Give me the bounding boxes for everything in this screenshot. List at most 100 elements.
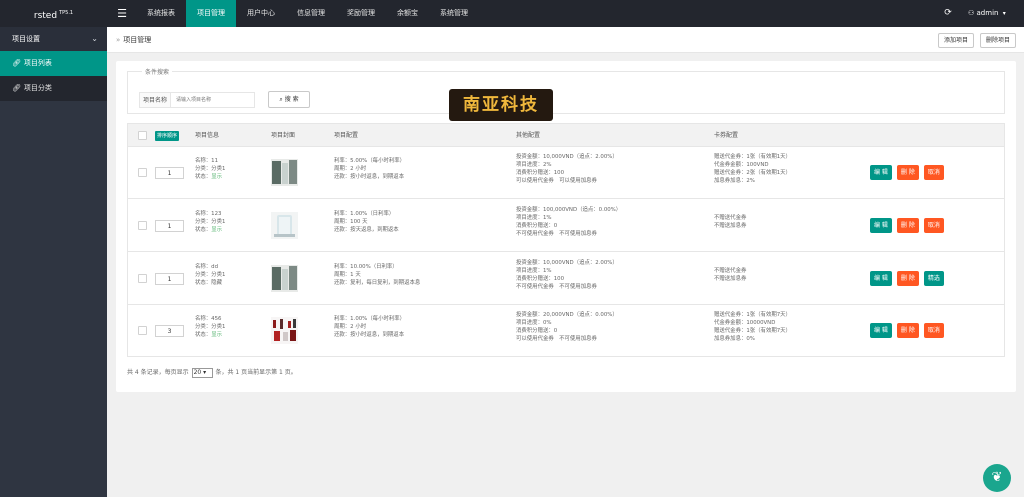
info-name: 名称：456 bbox=[195, 316, 222, 322]
config-repay: 还款：复利，每日复利，到期返本息 bbox=[334, 280, 421, 286]
search-legend: 条件搜索 bbox=[142, 67, 173, 76]
delete-button[interactable]: 删 除 bbox=[896, 323, 919, 338]
row-config: 利率：5.00%（每小时利率） 周期：2 小时 还款：按小时返息，到期返本 bbox=[334, 157, 405, 181]
config-rate: 利率：1.00%（日利率） bbox=[334, 211, 395, 217]
delete-button[interactable]: 删 除 bbox=[896, 271, 919, 286]
user-icon: ⚇ bbox=[968, 9, 975, 17]
other-coupon-use: 不可使用代金券 不可使用加息券 bbox=[516, 231, 597, 237]
sort-input[interactable] bbox=[155, 273, 184, 285]
leaf-icon[interactable]: ❦ bbox=[983, 464, 1011, 492]
user-menu[interactable]: ⚇ admin ▾ bbox=[968, 0, 1024, 27]
sidebar-item-label: 项目分类 bbox=[23, 84, 52, 92]
sort-input[interactable] bbox=[155, 220, 184, 232]
row-actions: 编 辑 删 除 取消 bbox=[870, 165, 944, 180]
hamburger-icon[interactable]: ☰ bbox=[112, 0, 132, 27]
row-coupon: 不赠送代金券 不赠送加息券 bbox=[714, 267, 746, 283]
sort-order-button[interactable]: 排序顺序 bbox=[155, 131, 180, 141]
edit-button[interactable]: 编 辑 bbox=[870, 323, 892, 338]
row-info: 名称：123 分类：分类1 状态：显示 bbox=[195, 210, 225, 234]
watermark-text: 南亚科技 bbox=[463, 95, 539, 115]
other-points: 消费积分赠送：0 bbox=[516, 223, 558, 229]
top-nav: 系统报表 项目管理 用户中心 信息管理 奖励管理 余额宝 系统管理 bbox=[136, 0, 479, 27]
sort-input[interactable] bbox=[155, 167, 184, 179]
row-coupon: 赠送代金券：1张（有效期7天） 代金券金额：10000VND 赠送代金券：1张（… bbox=[714, 311, 791, 343]
page-size-select[interactable]: 20 ▾ bbox=[191, 367, 213, 378]
coupon-line: 不赠送代金券 bbox=[714, 215, 747, 221]
sidebar-item-project-category[interactable]: 🔗︎ 项目分类 bbox=[0, 76, 107, 101]
other-progress: 项目进度：1% bbox=[516, 215, 552, 221]
config-period: 周期：2 小时 bbox=[334, 166, 367, 172]
feature-button[interactable]: 精选 bbox=[923, 271, 944, 286]
search-button-label: 搜 索 bbox=[284, 96, 299, 103]
info-status: 状态：显示 bbox=[195, 331, 225, 339]
link-icon: 🔗︎ bbox=[12, 59, 21, 67]
nav-item-system[interactable]: 系统管理 bbox=[429, 0, 479, 27]
info-status: 状态：显示 bbox=[195, 173, 225, 181]
row-checkbox[interactable] bbox=[138, 168, 147, 177]
row-info: 名称：456 分类：分类1 状态：显示 bbox=[195, 315, 225, 339]
config-period: 周期：100 天 bbox=[334, 219, 368, 225]
refresh-icon[interactable]: ⟳ bbox=[940, 0, 956, 27]
edit-button[interactable]: 编 辑 bbox=[870, 218, 892, 233]
double-chevron-icon: » bbox=[116, 36, 121, 44]
pagination: 共 4 条记录，每页显示 20 ▾ 条，共 1 页当前显示第 1 页。 bbox=[127, 367, 297, 378]
delete-project-button[interactable]: 删除项目 bbox=[980, 33, 1017, 48]
nav-item-reports[interactable]: 系统报表 bbox=[136, 0, 186, 27]
delete-button[interactable]: 删 除 bbox=[896, 165, 919, 180]
edit-button[interactable]: 编 辑 bbox=[870, 271, 892, 286]
nav-item-rewards[interactable]: 奖励管理 bbox=[336, 0, 386, 27]
sort-input[interactable] bbox=[155, 325, 184, 337]
coupon-line: 不赠送加息券 bbox=[714, 276, 747, 282]
cancel-button[interactable]: 取消 bbox=[923, 165, 944, 180]
edit-button[interactable]: 编 辑 bbox=[870, 165, 892, 180]
sidebar-group-project-settings[interactable]: 项目设置 ⌄ bbox=[0, 27, 107, 51]
search-fieldset: 条件搜索 项目名称 ⌕ 搜 索 bbox=[127, 67, 1005, 114]
sidebar-item-project-list[interactable]: 🔗︎ 项目列表 bbox=[0, 51, 107, 76]
search-input[interactable] bbox=[170, 92, 255, 108]
cancel-button[interactable]: 取消 bbox=[923, 218, 944, 233]
status-value: 显示 bbox=[211, 332, 222, 338]
nav-item-users[interactable]: 用户中心 bbox=[236, 0, 286, 27]
coupon-line: 赠送代金券：1张（有效期7天） bbox=[714, 328, 791, 334]
status-label: 状态： bbox=[195, 280, 212, 286]
coupon-line: 不赠送代金券 bbox=[714, 268, 747, 274]
select-all-checkbox[interactable] bbox=[138, 131, 147, 140]
header-config: 项目配置 bbox=[334, 132, 359, 139]
user-name: admin bbox=[976, 9, 999, 17]
watermark-logo: 南亚科技 bbox=[449, 89, 553, 121]
row-checkbox[interactable] bbox=[138, 274, 147, 283]
nav-item-projects[interactable]: 项目管理 bbox=[186, 0, 236, 27]
brand-logo[interactable]: rsted TP5.1 bbox=[0, 0, 107, 27]
add-project-button[interactable]: 添加项目 bbox=[938, 33, 975, 48]
row-checkbox[interactable] bbox=[138, 221, 147, 230]
status-value: 显示 bbox=[211, 227, 222, 233]
project-table: 排序顺序 项目信息 项目封面 项目配置 其他配置 卡券配置 名称：11 分类：分… bbox=[127, 123, 1005, 357]
breadcrumb-label: 项目管理 bbox=[123, 36, 152, 44]
coupon-line: 赠送代金券：2张（有效期1天） bbox=[714, 170, 791, 176]
header-cover: 项目封面 bbox=[271, 132, 296, 139]
other-coupon-use: 可以使用代金券 可以使用加息券 bbox=[516, 178, 597, 184]
row-actions: 编 辑 删 除 取消 bbox=[870, 323, 944, 338]
row-other: 投资金额：10,000VND（追点：2.00%） 项目进度：2% 消费积分赠送：… bbox=[516, 153, 618, 185]
row-info: 名称：dd 分类：分类1 状态：隐藏 bbox=[195, 263, 225, 287]
link-icon: 🔗︎ bbox=[12, 84, 21, 92]
nav-item-messages[interactable]: 信息管理 bbox=[286, 0, 336, 27]
other-progress: 项目进度：1% bbox=[516, 268, 552, 274]
nav-item-yuebao[interactable]: 余额宝 bbox=[386, 0, 429, 27]
cancel-button[interactable]: 取消 bbox=[923, 323, 944, 338]
status-label: 状态： bbox=[195, 227, 212, 233]
brand-name: rsted bbox=[33, 11, 58, 21]
config-period: 周期：1 天 bbox=[334, 272, 361, 278]
search-button[interactable]: ⌕ 搜 索 bbox=[268, 91, 310, 108]
delete-button[interactable]: 删 除 bbox=[896, 218, 919, 233]
sidebar-item-label: 项目列表 bbox=[23, 59, 52, 67]
table-row: 名称：456 分类：分类1 状态：显示 利率：1.00%（每小时利率） 周期：2… bbox=[128, 305, 1004, 357]
other-amount: 投资金额：10,000VND（追点：2.00%） bbox=[516, 154, 618, 160]
coupon-line: 赠送代金券：1张（有效期1天） bbox=[714, 154, 791, 160]
other-points: 消费积分赠送：100 bbox=[516, 276, 565, 282]
row-checkbox[interactable] bbox=[138, 326, 147, 335]
row-info: 名称：11 分类：分类1 状态：显示 bbox=[195, 157, 225, 181]
other-coupon-use: 可以使用代金券 不可使用加息券 bbox=[516, 336, 597, 342]
row-coupon: 赠送代金券：1张（有效期1天） 代金券金额：100VND 赠送代金券：2张（有效… bbox=[714, 153, 791, 185]
other-progress: 项目进度：0% bbox=[516, 320, 552, 326]
